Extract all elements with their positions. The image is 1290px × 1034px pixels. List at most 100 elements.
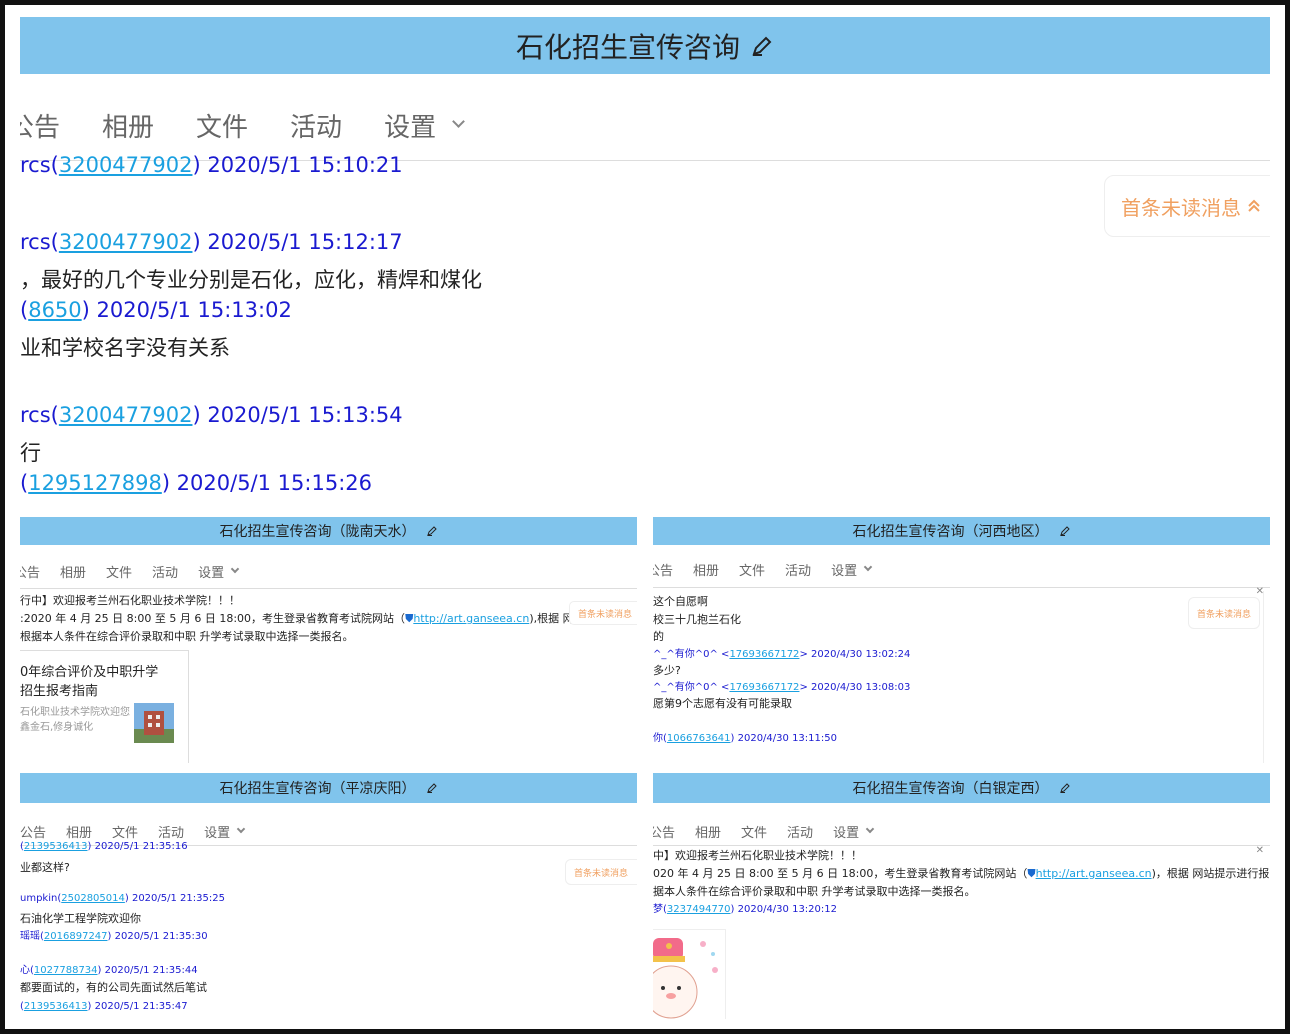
message-text: 行 [20, 441, 41, 465]
card-title: 0年综合评价及中职升学 [20, 665, 159, 680]
qq-link[interactable]: 2502805014 [61, 893, 125, 904]
message-time: ) 2020/5/1 15:13:54 [192, 403, 403, 427]
message-text: 业和学校名字没有关系 [20, 336, 230, 360]
message-sender: rcs(3200477902) 2020/5/1 15:12:17 [20, 230, 403, 254]
qq-link[interactable]: 1295127898 [28, 471, 162, 495]
sender-name: umpkin( [20, 893, 62, 904]
tab-announcement[interactable]: 公告 [20, 562, 40, 581]
edit-icon[interactable] [750, 34, 774, 58]
tab-settings[interactable]: 设置 [831, 560, 857, 579]
notice-line: :2020 年 4 月 25 日 8:00 至 5 月 6 日 18:00，考生… [20, 612, 585, 625]
tab-album[interactable]: 相册 [60, 562, 86, 581]
tab-settings[interactable]: 设置 [384, 107, 436, 144]
main-header: 石化招生宣传咨询 [20, 17, 1270, 74]
sticker-image[interactable] [653, 929, 726, 1019]
baiyin-tabs: 公告 相册 文件 活动 设置 [653, 821, 1270, 841]
sender-name: rcs( [20, 153, 59, 177]
qq-link[interactable]: 3237494770 [667, 904, 731, 915]
baiyin-header: 石化招生宣传咨询（白银定西） [653, 773, 1270, 803]
tab-files[interactable]: 文件 [739, 560, 765, 579]
qq-link[interactable]: 1066763641 [667, 733, 731, 744]
qq-link[interactable]: 2139536413 [24, 1001, 88, 1012]
tab-files[interactable]: 文件 [741, 822, 767, 841]
first-unread-button[interactable]: 首条未读消息 [568, 601, 637, 625]
tab-files[interactable]: 文件 [112, 822, 138, 841]
chevron-down-icon[interactable] [863, 562, 873, 572]
pingliang-title: 石化招生宣传咨询（平凉庆阳） [219, 781, 416, 797]
tab-files[interactable]: 文件 [106, 562, 132, 581]
tab-album[interactable]: 相册 [102, 107, 154, 144]
card-desc: 石化职业技术学院欢迎您 [20, 707, 130, 718]
tab-activity[interactable]: 活动 [787, 822, 813, 841]
message-sender: rcs(3200477902) 2020/5/1 15:10:21 [20, 153, 403, 177]
guide-card[interactable]: 0年综合评价及中职升学 招生报考指南 石化职业技术学院欢迎您 鑫金石,修身诚化 [20, 650, 189, 763]
chevron-down-icon[interactable] [452, 114, 465, 128]
sender-name: ^_^有你^0^ < [653, 682, 730, 693]
first-unread-button[interactable]: 首条未读消息 [1104, 175, 1270, 237]
tab-activity[interactable]: 活动 [158, 822, 184, 841]
edit-icon[interactable] [426, 525, 438, 537]
tab-announcement[interactable]: 公告 [653, 822, 675, 841]
qq-link[interactable]: 2139536413 [24, 841, 88, 852]
hexi-header: 石化招生宣传咨询（河西地区） [653, 517, 1270, 545]
message-time: > 2020/4/30 13:08:03 [799, 682, 911, 693]
first-unread-button[interactable]: 首条未读消息 [1187, 597, 1260, 629]
message-sender: ^_^有你^0^ <17693667172> 2020/4/30 13:08:0… [653, 678, 910, 693]
qq-link[interactable]: 8650 [28, 298, 81, 322]
tab-activity[interactable]: 活动 [152, 562, 178, 581]
first-unread-label: 首条未读消息 [1196, 609, 1251, 620]
scrollbar[interactable] [1263, 591, 1270, 763]
edit-icon[interactable] [1059, 782, 1071, 794]
sender-name: ( [20, 298, 29, 322]
message-time: ) 2020/4/30 13:11:50 [730, 733, 837, 744]
chevron-down-icon[interactable] [230, 564, 240, 574]
message-text: 都要面试的，有的公司先面试然后笔试 [20, 981, 207, 994]
tab-settings[interactable]: 设置 [204, 822, 230, 841]
pingliang-chat-panel: 石化招生宣传咨询（平凉庆阳） 公告 相册 文件 活动 设置 (213953641… [20, 773, 637, 1019]
chevron-down-icon[interactable] [236, 824, 246, 834]
tab-announcement[interactable]: 公告 [653, 560, 673, 579]
tab-settings[interactable]: 设置 [198, 562, 224, 581]
tab-album[interactable]: 相册 [693, 560, 719, 579]
tab-announcement[interactable]: 公告 [20, 822, 46, 841]
qq-link[interactable]: 3200477902 [59, 403, 193, 427]
hexi-title: 石化招生宣传咨询（河西地区） [852, 524, 1049, 540]
notice-link[interactable]: http://art.ganseea.cn [1036, 867, 1152, 880]
first-unread-label: 首条未读消息 [573, 868, 628, 879]
tab-settings[interactable]: 设置 [833, 822, 859, 841]
notice-line: 行中】欢迎报考兰州石化职业技术学院！！！ [20, 594, 240, 607]
notice-line: 根据本人条件在综合评价录取和中职 升学考试录取中选择一类报名。 [20, 630, 354, 643]
qq-link[interactable]: 3200477902 [59, 153, 193, 177]
message-time: ) 2020/5/1 15:10:21 [192, 153, 403, 177]
hexi-tabs: 公告 相册 文件 活动 设置 [653, 559, 1270, 579]
qq-link[interactable]: 1027788734 [34, 965, 98, 976]
message-time: ) 2020/5/1 21:35:25 [124, 893, 225, 904]
qq-link[interactable]: 17693667172 [729, 649, 799, 660]
tab-activity[interactable]: 活动 [785, 560, 811, 579]
close-icon[interactable]: ✕ [1256, 845, 1264, 856]
edit-icon[interactable] [426, 782, 438, 794]
tab-announcement[interactable]: 公告 [20, 107, 60, 144]
tab-album[interactable]: 相册 [66, 822, 92, 841]
notice-line: 中】欢迎报考兰州石化职业技术学院！！！ [653, 849, 862, 862]
notice-link[interactable]: http://art.ganseea.cn [413, 612, 529, 625]
message-sender: umpkin(2502805014) 2020/5/1 21:35:25 [20, 893, 225, 904]
chevron-down-icon[interactable] [865, 824, 875, 834]
edit-icon[interactable] [1059, 525, 1071, 537]
message-sender: 瑶瑶(2016897247) 2020/5/1 21:35:30 [20, 927, 208, 942]
first-unread-label: 首条未读消息 [1121, 195, 1241, 220]
qq-link[interactable]: 2016897247 [44, 931, 108, 942]
card-desc: 鑫金石,修身诚化 [20, 722, 94, 733]
message-time: ) 2020/5/1 21:35:30 [107, 931, 208, 942]
tab-divider [653, 845, 1270, 846]
tab-activity[interactable]: 活动 [290, 107, 342, 144]
first-unread-button[interactable]: 首条未读消息 [564, 859, 637, 885]
qq-link[interactable]: 17693667172 [729, 682, 799, 693]
tab-album[interactable]: 相册 [695, 822, 721, 841]
pingliang-header: 石化招生宣传咨询（平凉庆阳） [20, 773, 637, 803]
longnan-header: 石化招生宣传咨询（陇南天水） [20, 517, 637, 545]
main-chat-panel: 石化招生宣传咨询 公告 相册 文件 活动 设置 rcs(3200477902) … [20, 17, 1270, 511]
qq-link[interactable]: 3200477902 [59, 230, 193, 254]
main-title: 石化招生宣传咨询 [515, 30, 740, 64]
tab-files[interactable]: 文件 [196, 107, 248, 144]
